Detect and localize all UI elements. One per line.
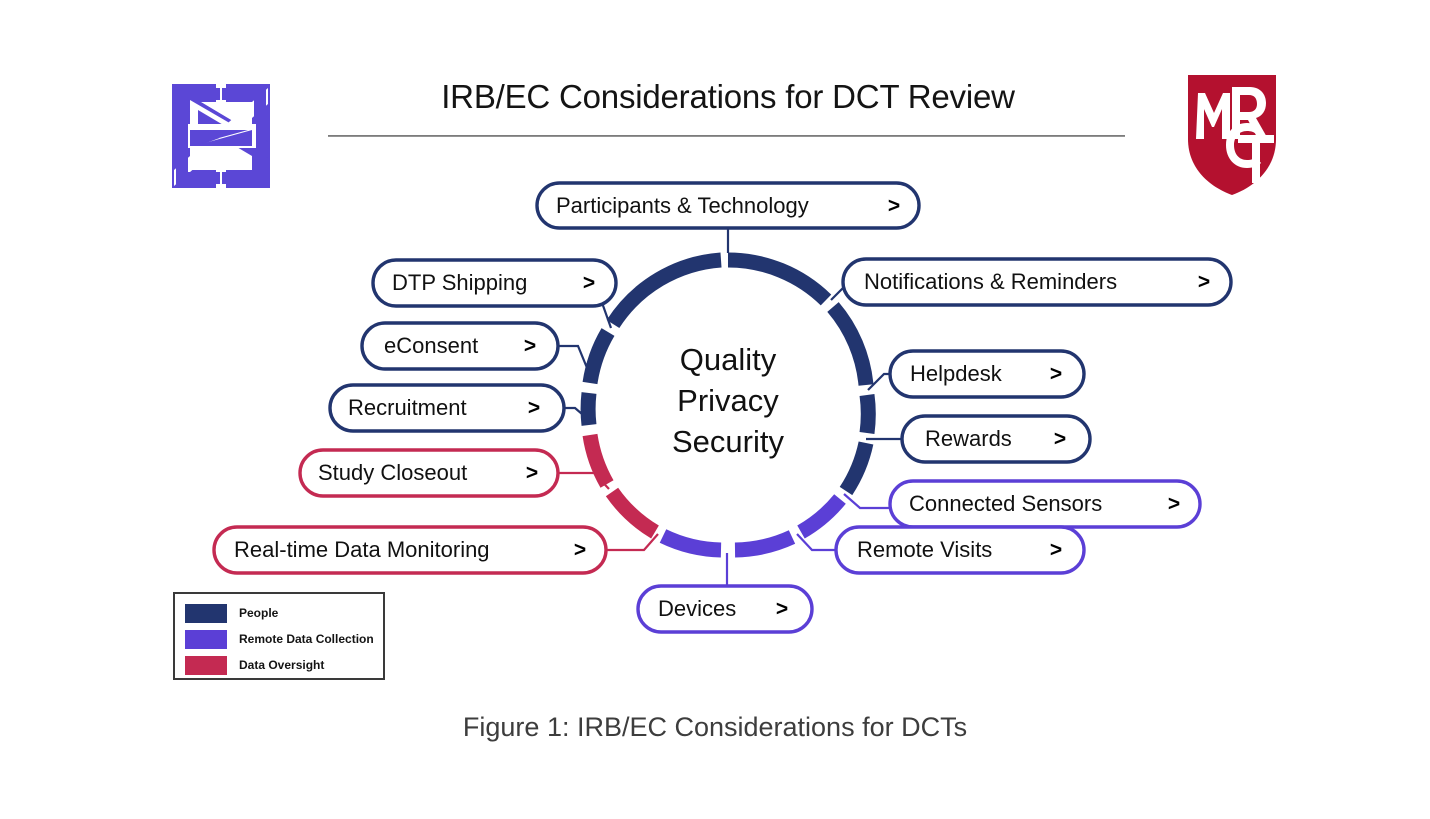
node-label-notifications-reminders: Notifications & Reminders bbox=[864, 269, 1117, 294]
chevron-icon-connected-sensors: > bbox=[1168, 493, 1180, 516]
node-participants-technology[interactable]: Participants & Technology > bbox=[535, 181, 921, 230]
chevron-icon-remote-visits: > bbox=[1050, 539, 1062, 562]
hub-line-1: Quality bbox=[680, 342, 777, 377]
legend-swatch-remote-data-collection bbox=[185, 629, 227, 649]
node-label-devices: Devices bbox=[658, 596, 736, 621]
legend-swatch-people bbox=[185, 603, 227, 623]
node-label-connected-sensors: Connected Sensors bbox=[909, 491, 1102, 516]
ring-segment-helpdesk bbox=[859, 393, 876, 435]
legend-swatch-data-oversight bbox=[185, 655, 227, 675]
node-devices[interactable]: Devices > bbox=[636, 584, 814, 634]
ring-segment-rewards bbox=[839, 441, 874, 496]
ring-segment-dtp-shipping bbox=[606, 252, 722, 329]
ring-segment-participants-technology bbox=[727, 252, 832, 306]
hub-line-2: Privacy bbox=[677, 383, 779, 418]
chevron-icon-helpdesk: > bbox=[1050, 363, 1062, 386]
node-real-time-data-monitoring[interactable]: Real-time Data Monitoring > bbox=[212, 525, 608, 575]
node-rewards[interactable]: Rewards > bbox=[900, 414, 1092, 464]
hub-text: Quality Privacy Security bbox=[672, 342, 784, 459]
ring-segment-econsent bbox=[582, 328, 615, 385]
node-recruitment[interactable]: Recruitment > bbox=[328, 383, 566, 433]
title-divider bbox=[328, 135, 1125, 137]
chevron-icon-recruitment: > bbox=[528, 397, 540, 420]
node-dtp-shipping[interactable]: DTP Shipping > bbox=[371, 258, 618, 308]
legend-label-remote-data-collection: Remote Data Collection bbox=[239, 632, 374, 646]
node-connected-sensors[interactable]: Connected Sensors > bbox=[888, 479, 1202, 529]
node-notifications-reminders[interactable]: Notifications & Reminders > bbox=[841, 257, 1233, 307]
legend-item-remote-data-collection: Remote Data Collection bbox=[185, 627, 383, 651]
chevron-icon-real-time-data-monitoring: > bbox=[574, 539, 586, 562]
node-econsent[interactable]: eConsent > bbox=[360, 321, 560, 371]
ring-segment-notifications-reminders bbox=[827, 302, 874, 386]
node-label-recruitment: Recruitment bbox=[348, 395, 467, 420]
chevron-icon-notifications-reminders: > bbox=[1198, 271, 1210, 294]
node-helpdesk[interactable]: Helpdesk > bbox=[888, 349, 1086, 399]
node-label-econsent: eConsent bbox=[384, 333, 478, 358]
chevron-icon-rewards: > bbox=[1054, 428, 1066, 451]
figure-caption: Figure 1: IRB/EC Considerations for DCTs bbox=[462, 712, 968, 742]
legend-label-people: People bbox=[239, 606, 279, 620]
legend-label-data-oversight: Data Oversight bbox=[239, 658, 325, 672]
hub-line-3: Security bbox=[672, 424, 784, 459]
legend-item-data-oversight: Data Oversight bbox=[185, 653, 383, 677]
node-study-closeout[interactable]: Study Closeout > bbox=[298, 448, 560, 498]
chevron-icon-participants-technology: > bbox=[888, 195, 900, 218]
node-remote-visits[interactable]: Remote Visits > bbox=[834, 525, 1086, 575]
chevron-icon-dtp-shipping: > bbox=[583, 272, 595, 295]
chevron-icon-devices: > bbox=[776, 598, 788, 621]
node-label-dtp-shipping: DTP Shipping bbox=[392, 270, 527, 295]
node-label-real-time-data-monitoring: Real-time Data Monitoring bbox=[234, 537, 490, 562]
ring-segment-real-time-data-monitoring bbox=[605, 487, 659, 539]
node-label-helpdesk: Helpdesk bbox=[910, 361, 1003, 386]
legend-item-people: People bbox=[185, 601, 383, 625]
page-title: IRB/EC Considerations for DCT Review bbox=[441, 78, 1015, 115]
chevron-icon-study-closeout: > bbox=[526, 462, 538, 485]
chevron-icon-econsent: > bbox=[524, 335, 536, 358]
ring-segment-remote-visits bbox=[734, 530, 796, 558]
ring-segment-connected-sensors bbox=[797, 494, 846, 539]
node-label-rewards: Rewards bbox=[925, 426, 1012, 451]
legend: People Remote Data Collection Data Overs… bbox=[173, 592, 385, 680]
ring-segment-devices bbox=[659, 529, 722, 558]
node-label-remote-visits: Remote Visits bbox=[857, 537, 992, 562]
node-label-participants-technology: Participants & Technology bbox=[556, 193, 809, 218]
node-label-study-closeout: Study Closeout bbox=[318, 460, 467, 485]
